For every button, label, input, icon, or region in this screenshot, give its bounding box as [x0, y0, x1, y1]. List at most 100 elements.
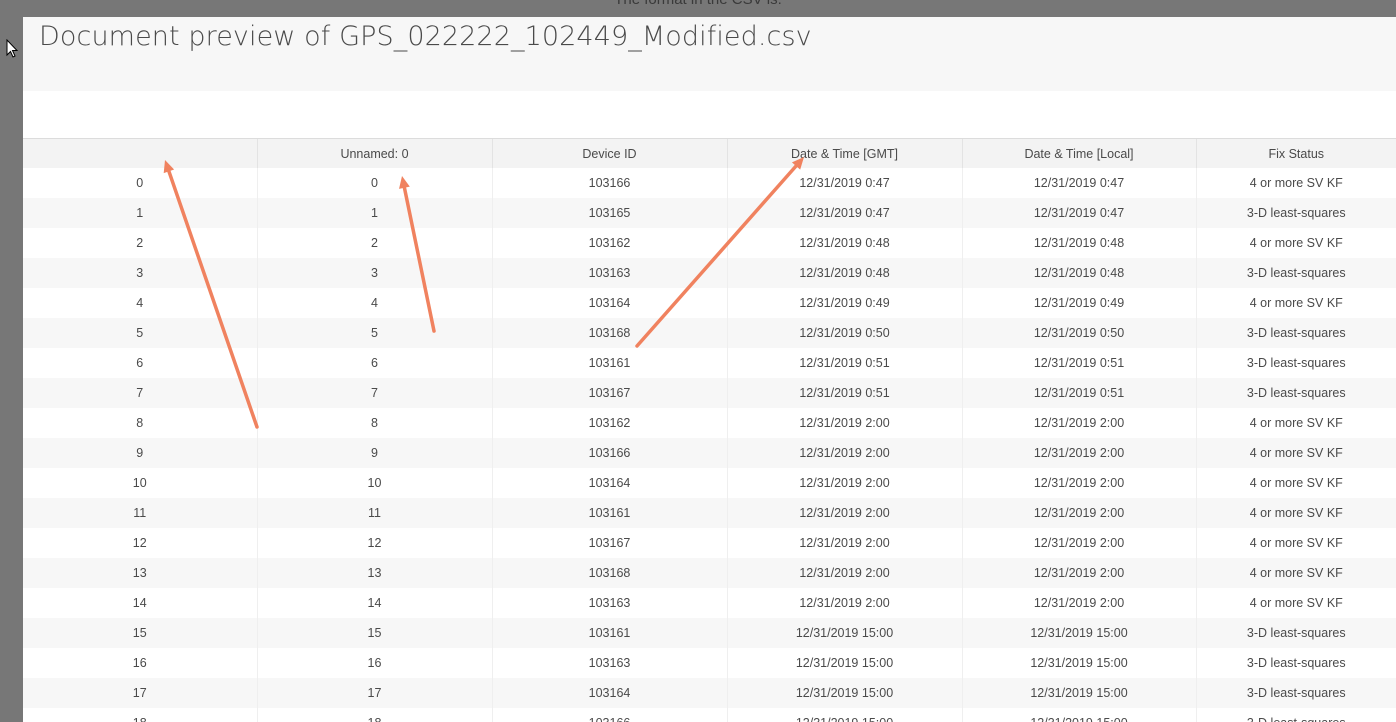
table-row: 181810316612/31/2019 15:0012/31/2019 15:…: [23, 708, 1396, 722]
cell-index: 17: [23, 678, 258, 708]
table-row: 2 2 103162 12/31/2019 0:48 12/31/2019 0:48 4 …: [23, 228, 1396, 258]
cell-date-time-gmt: 12/31/2019 2:00: [727, 408, 963, 438]
cell-fix-status: 4 or more SV KF: [1196, 408, 1396, 438]
table-row: 14 14 103163 12/31/2019 2:00 12/31/2019 2:00…: [23, 588, 1396, 618]
cell-unnamed-0: 2: [257, 228, 493, 258]
cell-fix-status: 3-D least-squares: [1196, 708, 1396, 722]
cell-fix-status: 4 or more SV KF: [1196, 168, 1396, 198]
cell-fix-status: 3-D least-squares: [1196, 678, 1396, 708]
cell-fix-status: 3-D least-squares: [1196, 378, 1396, 408]
background-text: The format in the CSV is:: [0, 0, 1396, 8]
cell-unnamed-0: 7: [257, 378, 493, 408]
cell-unnamed-0: 16: [257, 648, 493, 678]
cell-device-id: 103163: [492, 258, 728, 288]
cell-date-time-gmt: 12/31/2019 2:00: [727, 558, 963, 588]
cell-date-time-gmt: 12/31/2019 0:48: [727, 228, 963, 258]
cell-fix-status: 4 or more SV KF: [1196, 498, 1396, 528]
csv-preview-table: Unnamed: 0 Device ID Date & Time [GMT] Date…: [23, 139, 1396, 722]
table-row: 12 12 103167 12/31/2019 2:00 12/31/2019 2:00…: [23, 528, 1396, 558]
cell-unnamed-0: 11: [257, 498, 493, 528]
column-header-date-time-gmt: Date & Time [GMT]: [727, 139, 963, 168]
cell-date-time-gmt: 12/31/2019 15:00: [727, 648, 963, 678]
cell-date-time-gmt: 12/31/2019 0:47: [727, 168, 963, 198]
table-row: 9 9 103166 12/31/2019 2:00 12/31/2019 2:00 4 …: [23, 438, 1396, 468]
cell-index: 2: [23, 228, 258, 258]
cell-date-time-local: 12/31/2019 0:51: [962, 348, 1197, 378]
cell-date-time-gmt: 12/31/2019 0:51: [727, 378, 963, 408]
cell-fix-status: 3-D least-squares: [1196, 318, 1396, 348]
table-row: 3 3 103163 12/31/2019 0:48 12/31/2019 0:48 3-…: [23, 258, 1396, 288]
document-preview-dialog: Document preview of GPS_022222_102449_Mo…: [23, 17, 1396, 722]
table-row: 0 0 103166 12/31/2019 0:47 12/31/2019 0:47 4 …: [23, 168, 1396, 198]
cell-index: 3: [23, 258, 258, 288]
cell-fix-status: 4 or more SV KF: [1196, 228, 1396, 258]
cell-date-time-local: 12/31/2019 2:00: [962, 558, 1197, 588]
cell-device-id: 103162: [492, 408, 728, 438]
cell-date-time-local: 12/31/2019 0:51: [962, 378, 1197, 408]
table-header-row: Unnamed: 0 Device ID Date & Time [GMT] Date…: [23, 139, 1396, 168]
cell-fix-status: 4 or more SV KF: [1196, 528, 1396, 558]
cell-index: 16: [23, 648, 258, 678]
table-row: 13 13 103168 12/31/2019 2:00 12/31/2019 2:00…: [23, 558, 1396, 588]
dialog-header: Document preview of GPS_022222_102449_Mo…: [23, 17, 1396, 91]
cell-index: 0: [23, 168, 258, 198]
cell-unnamed-0: 13: [257, 558, 493, 588]
cell-fix-status: 4 or more SV KF: [1196, 588, 1396, 618]
cell-index: 12: [23, 528, 258, 558]
cell-index: 14: [23, 588, 258, 618]
cell-date-time-gmt: 12/31/2019 2:00: [727, 468, 963, 498]
cell-date-time-gmt: 12/31/2019 0:48: [727, 258, 963, 288]
cell-unnamed-0: 14: [257, 588, 493, 618]
cell-device-id: 103166: [492, 708, 728, 722]
table-row: 10 10 103164 12/31/2019 2:00 12/31/2019 2:00…: [23, 468, 1396, 498]
cell-date-time-local: 12/31/2019 0:48: [962, 258, 1197, 288]
table-row: 16 16 103163 12/31/2019 15:00 12/31/2019 15:…: [23, 648, 1396, 678]
cell-index: 8: [23, 408, 258, 438]
cell-device-id: 103163: [492, 588, 728, 618]
cell-date-time-local: 12/31/2019 15:00: [962, 708, 1197, 722]
cell-device-id: 103161: [492, 498, 728, 528]
cell-fix-status: 3-D least-squares: [1196, 348, 1396, 378]
cell-date-time-gmt: 12/31/2019 0:51: [727, 348, 963, 378]
column-header-date-time-local: Date & Time [Local]: [962, 139, 1197, 168]
cell-date-time-gmt: 12/31/2019 15:00: [727, 618, 963, 648]
cell-date-time-local: 12/31/2019 15:00: [962, 618, 1197, 648]
cell-date-time-local: 12/31/2019 2:00: [962, 468, 1197, 498]
cell-unnamed-0: 18: [257, 708, 493, 722]
cell-date-time-local: 12/31/2019 2:00: [962, 408, 1197, 438]
cell-date-time-gmt: 12/31/2019 2:00: [727, 438, 963, 468]
cell-unnamed-0: 5: [257, 318, 493, 348]
cell-fix-status: 4 or more SV KF: [1196, 438, 1396, 468]
cell-index: 18: [23, 708, 258, 722]
cell-date-time-local: 12/31/2019 0:49: [962, 288, 1197, 318]
cell-date-time-local: 12/31/2019 0:48: [962, 228, 1197, 258]
cell-unnamed-0: 1: [257, 198, 493, 228]
column-header-fix-status: Fix Status: [1196, 139, 1396, 168]
cell-date-time-local: 12/31/2019 2:00: [962, 588, 1197, 618]
cell-device-id: 103164: [492, 678, 728, 708]
cell-unnamed-0: 10: [257, 468, 493, 498]
table-row: 8 8 103162 12/31/2019 2:00 12/31/2019 2:00 4 …: [23, 408, 1396, 438]
cell-unnamed-0: 3: [257, 258, 493, 288]
table-row: 11 11 103161 12/31/2019 2:00 12/31/2019 2:00…: [23, 498, 1396, 528]
table-row: 15 15 103161 12/31/2019 15:00 12/31/2019 15:…: [23, 618, 1396, 648]
cell-device-id: 103168: [492, 558, 728, 588]
cell-unnamed-0: 15: [257, 618, 493, 648]
table-row: 7 7 103167 12/31/2019 0:51 12/31/2019 0:51 3-…: [23, 378, 1396, 408]
cell-unnamed-0: 4: [257, 288, 493, 318]
cell-unnamed-0: 6: [257, 348, 493, 378]
cell-date-time-gmt: 12/31/2019 0:50: [727, 318, 963, 348]
cell-date-time-local: 12/31/2019 0:47: [962, 168, 1197, 198]
cell-device-id: 103164: [492, 288, 728, 318]
cell-date-time-gmt: 12/31/2019 15:00: [727, 708, 963, 722]
cell-date-time-gmt: 12/31/2019 0:49: [727, 288, 963, 318]
cell-date-time-gmt: 12/31/2019 0:47: [727, 198, 963, 228]
cell-device-id: 103166: [492, 168, 728, 198]
dialog-title: Document preview of GPS_022222_102449_Mo…: [39, 21, 812, 52]
column-header-unnamed-0: Unnamed: 0: [257, 139, 493, 168]
cell-date-time-local: 12/31/2019 2:00: [962, 528, 1197, 558]
table-row: 1 1 103165 12/31/2019 0:47 12/31/2019 0:47 3-…: [23, 198, 1396, 228]
cell-device-id: 103164: [492, 468, 728, 498]
cell-fix-status: 4 or more SV KF: [1196, 558, 1396, 588]
table-row: 5 5 103168 12/31/2019 0:50 12/31/2019 0:50 3-…: [23, 318, 1396, 348]
